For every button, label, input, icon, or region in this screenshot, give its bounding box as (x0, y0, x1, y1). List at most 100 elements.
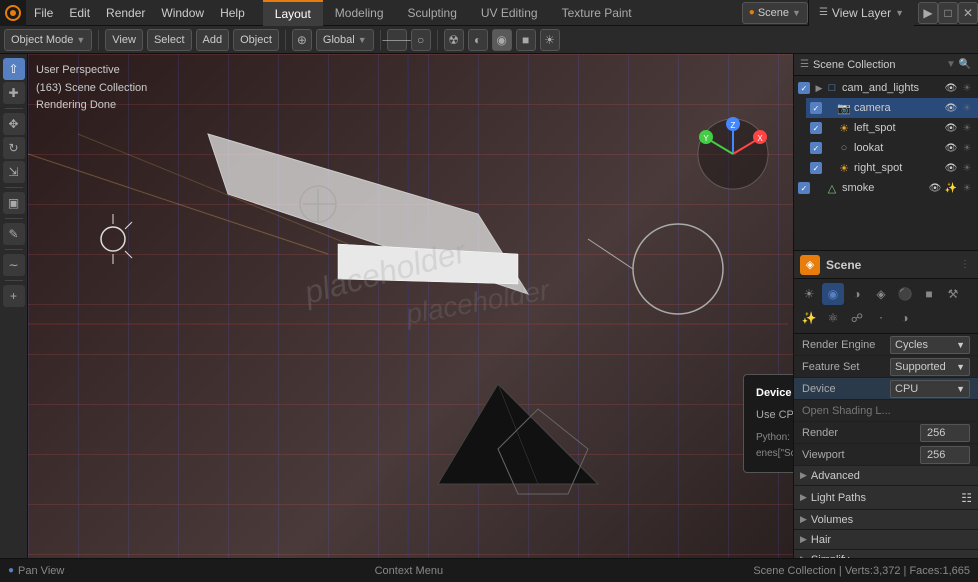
light-paths-section-header[interactable]: ▶ Light Paths ☷ (794, 486, 978, 510)
visibility-checkbox-lookat[interactable]: ✓ (810, 142, 822, 154)
proportional-icon[interactable]: ○ (411, 29, 431, 51)
volumes-section-header[interactable]: ▶ Volumes (794, 510, 978, 530)
simplify-arrow: ▶ (800, 554, 807, 558)
eye-icon-lookat[interactable]: 👁 (944, 141, 958, 155)
render-tab[interactable]: ☀ (798, 283, 820, 305)
eye-icon-cam-lights[interactable]: 👁 (944, 81, 958, 95)
visibility-checkbox-camera[interactable]: ✓ (810, 102, 822, 114)
move-tool[interactable]: ✥ (3, 113, 25, 135)
render-icon[interactable]: ▶ (918, 2, 938, 24)
shading-icon[interactable]: ◐ (468, 29, 488, 51)
eye-icon-left-spot[interactable]: 👁 (944, 121, 958, 135)
menu-edit[interactable]: Edit (61, 0, 98, 26)
render-icon-camera[interactable]: ☀ (960, 101, 974, 115)
close-icon[interactable]: ✕ (958, 2, 978, 24)
tab-texture-paint[interactable]: Texture Paint (550, 0, 644, 26)
render-icon-left-spot[interactable]: ☀ (960, 121, 974, 135)
device-row: Device CPU ▼ (794, 378, 978, 400)
eye-icon-smoke[interactable]: 👁 (928, 181, 942, 195)
object-tab[interactable]: ■ (918, 283, 940, 305)
device-dropdown[interactable]: CPU ▼ (890, 380, 970, 398)
status-context-menu: Context Menu (64, 565, 753, 577)
view-menu[interactable]: View (105, 29, 143, 51)
menu-help[interactable]: Help (212, 0, 253, 26)
mode-selector[interactable]: Object Mode ▼ (4, 29, 92, 51)
render-icon-lookat[interactable]: ☀ (960, 141, 974, 155)
transform-icon[interactable]: ⊕ (292, 29, 312, 51)
data-tab[interactable]: ⋅ (870, 307, 892, 329)
advanced-section-header[interactable]: ▶ Advanced (794, 466, 978, 486)
add-menu[interactable]: Add (196, 29, 230, 51)
tree-item-cam-lights[interactable]: ✓ ▶ □ cam_and_lights 👁 ☀ (794, 78, 978, 98)
advanced-arrow: ▶ (800, 470, 807, 481)
select-menu[interactable]: Select (147, 29, 192, 51)
solid-icon[interactable]: ■ (516, 29, 536, 51)
select-tool[interactable]: ⇧ (3, 58, 25, 80)
viewport-shading[interactable]: ◉ (492, 29, 512, 51)
tab-uv-editing[interactable]: UV Editing (469, 0, 550, 26)
rotate-tool[interactable]: ↻ (3, 137, 25, 159)
tree-item-right-spot[interactable]: ✓ ☀ right_spot 👁 ☀ (806, 158, 978, 178)
eye-icon-right-spot[interactable]: 👁 (944, 161, 958, 175)
visibility-checkbox-left-spot[interactable]: ✓ (810, 122, 822, 134)
simplify-section-header[interactable]: ▶ Simplify (794, 550, 978, 558)
particles-tab[interactable]: ✨ (798, 307, 820, 329)
overlay-icon[interactable]: ☢ (444, 29, 464, 51)
render-icon-right-spot[interactable]: ☀ (960, 161, 974, 175)
transform-tool[interactable]: ▣ (3, 192, 25, 214)
hair-section-header[interactable]: ▶ Hair (794, 530, 978, 550)
screen-icon[interactable]: □ (938, 2, 958, 24)
view-layer-selector[interactable]: ☰ View Layer ▼ (808, 0, 914, 26)
eye-icon-camera[interactable]: 👁 (944, 101, 958, 115)
properties-options[interactable]: ⋮ (958, 258, 972, 272)
render-icon-cam-lights[interactable]: ☀ (960, 81, 974, 95)
scene-tab[interactable]: ◈ (870, 283, 892, 305)
scene-selector[interactable]: ● Scene ▼ (742, 2, 808, 24)
scale-tool[interactable]: ⇲ (3, 161, 25, 183)
material-tab[interactable]: ◑ (894, 307, 916, 329)
world-tab[interactable]: ⚫ (894, 283, 916, 305)
render-engine-dropdown[interactable]: Cycles ▼ (890, 336, 970, 354)
visibility-checkbox-smoke[interactable]: ✓ (798, 182, 810, 194)
tab-modeling[interactable]: Modeling (323, 0, 396, 26)
viewport-value[interactable]: 256 (920, 446, 970, 464)
empty-icon-lookat: ○ (837, 141, 851, 155)
particles-icon-smoke[interactable]: ✨ (944, 181, 958, 195)
device-tooltip: Device to use for rendering: CPU Use CPU… (743, 374, 793, 473)
outliner-search[interactable]: 🔍 (958, 58, 972, 72)
3d-viewport[interactable]: placeholder placeholder User Perspective… (28, 54, 793, 558)
tree-item-smoke[interactable]: ✓ △ smoke 👁 ✨ ☀ (794, 178, 978, 198)
object-menu[interactable]: Object (233, 29, 279, 51)
light-paths-options-icon[interactable]: ☷ (961, 491, 972, 505)
physics-tab[interactable]: ⚛ (822, 307, 844, 329)
visibility-checkbox-cam-lights[interactable]: ✓ (798, 82, 810, 94)
tree-item-lookat[interactable]: ✓ ○ lookat 👁 ☀ (806, 138, 978, 158)
outliner-filter[interactable]: ▼ (944, 58, 958, 72)
feature-set-dropdown[interactable]: Supported ▼ (890, 358, 970, 376)
tree-arrow-cam-lights[interactable]: ▶ (813, 83, 825, 94)
modifier-tab[interactable]: ⚒ (942, 283, 964, 305)
tab-layout[interactable]: Layout (263, 0, 323, 26)
snap-icon[interactable]: ⸻ (387, 29, 407, 51)
constraints-tab[interactable]: ☍ (846, 307, 868, 329)
tree-item-left-spot[interactable]: ✓ ☀ left_spot 👁 ☀ (806, 118, 978, 138)
viewport-gizmo[interactable]: Z X Y (693, 114, 773, 194)
lt-sep1 (5, 108, 23, 109)
menu-file[interactable]: File (26, 0, 61, 26)
render-value[interactable]: 256 (920, 424, 970, 442)
tab-sculpting[interactable]: Sculpting (396, 0, 469, 26)
cursor-tool[interactable]: ✚ (3, 82, 25, 104)
transform-selector[interactable]: Global ▼ (316, 29, 374, 51)
menu-render[interactable]: Render (98, 0, 153, 26)
simplify-title: Simplify (811, 554, 850, 559)
view-layer-tab[interactable]: ◑ (846, 283, 868, 305)
visibility-checkbox-right-spot[interactable]: ✓ (810, 162, 822, 174)
menu-window[interactable]: Window (153, 0, 212, 26)
tree-item-camera[interactable]: ✓ 📷 camera 👁 ☀ (806, 98, 978, 118)
annotate-tool[interactable]: ✎ (3, 223, 25, 245)
output-tab[interactable]: ◉ (822, 283, 844, 305)
rendered-icon[interactable]: ☀ (540, 29, 560, 51)
measure-tool[interactable]: ∼ (3, 254, 25, 276)
add-tool[interactable]: + (3, 285, 25, 307)
render-icon-smoke[interactable]: ☀ (960, 181, 974, 195)
